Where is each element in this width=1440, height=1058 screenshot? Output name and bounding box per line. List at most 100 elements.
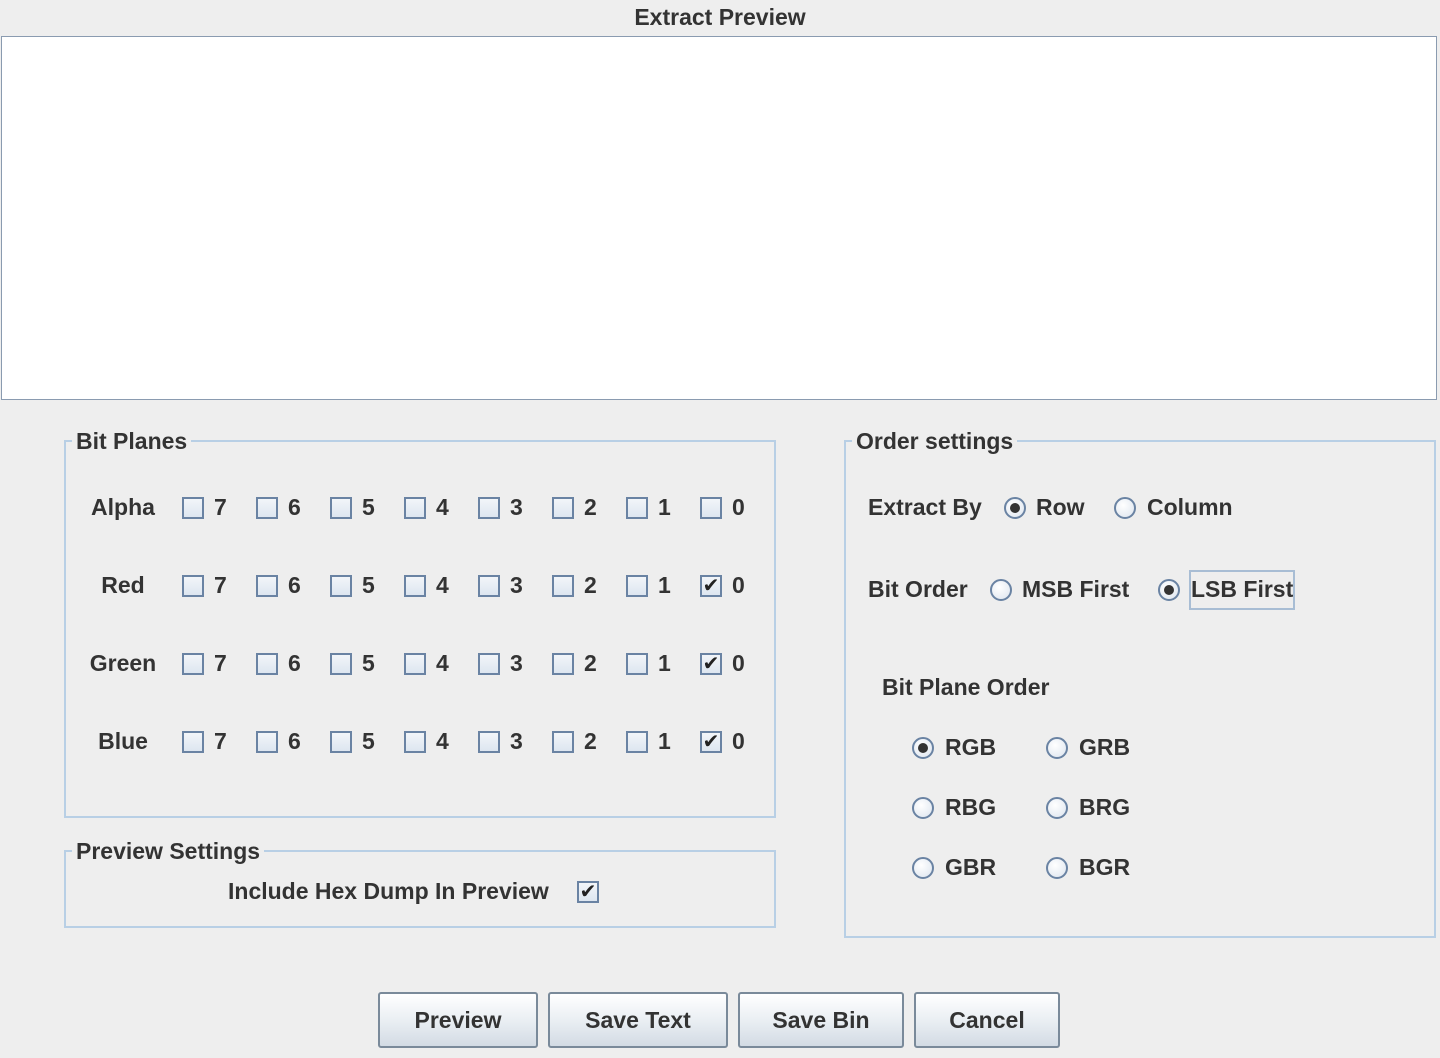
bit-plane-checkbox-red-0[interactable]: ✔	[700, 575, 722, 597]
bit-plane-bit-label: 4	[436, 494, 449, 520]
hex-dump-label: Include Hex Dump In Preview	[228, 878, 549, 904]
bit-plane-bit-label: 1	[658, 572, 671, 598]
bit-plane-bit-label: 3	[510, 572, 523, 598]
preview-settings-title: Preview Settings	[72, 838, 265, 864]
bit-plane-order-radio-gbr[interactable]	[912, 857, 934, 879]
bit-plane-bit-label: 1	[658, 728, 671, 754]
preview-text-area[interactable]	[1, 36, 1437, 400]
msb-first-radio[interactable]	[990, 579, 1012, 601]
bit-plane-checkbox-red-2[interactable]	[552, 575, 574, 597]
extract-by-label: Extract By	[868, 494, 982, 520]
extract-by-row-label[interactable]: Row	[1036, 494, 1085, 520]
bit-plane-checkbox-alpha-7[interactable]	[182, 497, 204, 519]
bit-plane-checkbox-red-6[interactable]	[256, 575, 278, 597]
order-settings-title: Order settings	[852, 428, 1018, 454]
bit-plane-bit-label: 7	[214, 572, 227, 598]
bit-plane-row-label: Green	[89, 650, 157, 676]
bit-plane-checkbox-green-1[interactable]	[626, 653, 648, 675]
bit-plane-checkbox-blue-7[interactable]	[182, 731, 204, 753]
bit-plane-bit-label: 4	[436, 572, 449, 598]
bit-plane-bit-label: 0	[732, 650, 745, 676]
checkmark-icon: ✔	[579, 881, 597, 903]
save-text-button[interactable]: Save Text	[548, 992, 728, 1048]
bit-plane-bit-label: 2	[584, 650, 597, 676]
save-bin-button[interactable]: Save Bin	[738, 992, 904, 1048]
checkmark-icon: ✔	[702, 575, 720, 597]
cancel-button[interactable]: Cancel	[914, 992, 1060, 1048]
msb-first-label[interactable]: MSB First	[1022, 576, 1129, 602]
checkmark-icon: ✔	[702, 731, 720, 753]
bit-plane-checkbox-blue-6[interactable]	[256, 731, 278, 753]
bit-plane-checkbox-green-0[interactable]: ✔	[700, 653, 722, 675]
bit-plane-checkbox-alpha-0[interactable]	[700, 497, 722, 519]
bit-planes-title: Bit Planes	[72, 428, 192, 454]
bit-plane-checkbox-blue-3[interactable]	[478, 731, 500, 753]
bit-plane-checkbox-alpha-1[interactable]	[626, 497, 648, 519]
bit-plane-checkbox-green-4[interactable]	[404, 653, 426, 675]
bit-plane-checkbox-green-5[interactable]	[330, 653, 352, 675]
bit-plane-checkbox-blue-4[interactable]	[404, 731, 426, 753]
bit-plane-checkbox-alpha-2[interactable]	[552, 497, 574, 519]
bit-plane-order-label-gbr[interactable]: GBR	[945, 854, 996, 880]
bit-plane-bit-label: 0	[732, 494, 745, 520]
bit-plane-bit-label: 7	[214, 728, 227, 754]
bit-plane-checkbox-alpha-4[interactable]	[404, 497, 426, 519]
bit-plane-checkbox-red-5[interactable]	[330, 575, 352, 597]
bit-plane-checkbox-alpha-6[interactable]	[256, 497, 278, 519]
bit-plane-order-radio-grb[interactable]	[1046, 737, 1068, 759]
bit-plane-checkbox-red-3[interactable]	[478, 575, 500, 597]
bit-plane-row-label: Red	[101, 572, 145, 598]
bit-plane-bit-label: 3	[510, 728, 523, 754]
bit-plane-bit-label: 2	[584, 494, 597, 520]
bit-plane-checkbox-blue-2[interactable]	[552, 731, 574, 753]
hex-dump-checkbox[interactable]: ✔	[577, 881, 599, 903]
bit-plane-checkbox-red-1[interactable]	[626, 575, 648, 597]
bit-plane-bit-label: 2	[584, 728, 597, 754]
bit-plane-order-label-rbg[interactable]: RBG	[945, 794, 996, 820]
bit-plane-checkbox-green-6[interactable]	[256, 653, 278, 675]
bit-plane-row-label: Blue	[98, 728, 148, 754]
preview-button[interactable]: Preview	[378, 992, 538, 1048]
bit-plane-checkbox-blue-5[interactable]	[330, 731, 352, 753]
bit-plane-order-label-brg[interactable]: BRG	[1079, 794, 1130, 820]
extract-by-row-radio[interactable]	[1004, 497, 1026, 519]
bit-plane-bit-label: 3	[510, 494, 523, 520]
bit-plane-bit-label: 7	[214, 494, 227, 520]
bit-plane-bit-label: 7	[214, 650, 227, 676]
bit-plane-order-radio-bgr[interactable]	[1046, 857, 1068, 879]
bit-plane-bit-label: 6	[288, 728, 301, 754]
bit-plane-bit-label: 4	[436, 728, 449, 754]
extract-by-column-radio[interactable]	[1114, 497, 1136, 519]
bit-plane-checkbox-green-3[interactable]	[478, 653, 500, 675]
lsb-first-label[interactable]: LSB First	[1191, 576, 1293, 602]
bit-plane-bit-label: 5	[362, 494, 375, 520]
bit-plane-order-label-rgb[interactable]: RGB	[945, 734, 996, 760]
bit-plane-bit-label: 2	[584, 572, 597, 598]
bit-plane-checkbox-red-4[interactable]	[404, 575, 426, 597]
bit-plane-checkbox-red-7[interactable]	[182, 575, 204, 597]
radio-selected-dot	[918, 743, 928, 753]
bit-plane-order-label-bgr[interactable]: BGR	[1079, 854, 1130, 880]
bit-plane-checkbox-blue-0[interactable]: ✔	[700, 731, 722, 753]
bit-plane-order-radio-brg[interactable]	[1046, 797, 1068, 819]
bit-plane-order-label: Bit Plane Order	[882, 674, 1050, 700]
bit-plane-bit-label: 4	[436, 650, 449, 676]
bit-plane-bit-label: 0	[732, 572, 745, 598]
bit-plane-order-label-grb[interactable]: GRB	[1079, 734, 1130, 760]
radio-selected-dot	[1164, 585, 1174, 595]
bit-plane-order-radio-rgb[interactable]	[912, 737, 934, 759]
bit-order-label: Bit Order	[868, 576, 968, 602]
bit-plane-checkbox-green-7[interactable]	[182, 653, 204, 675]
bit-plane-checkbox-alpha-5[interactable]	[330, 497, 352, 519]
bit-plane-checkbox-alpha-3[interactable]	[478, 497, 500, 519]
bit-plane-checkbox-blue-1[interactable]	[626, 731, 648, 753]
bit-plane-order-radio-rbg[interactable]	[912, 797, 934, 819]
bit-plane-bit-label: 6	[288, 572, 301, 598]
bit-plane-bit-label: 6	[288, 494, 301, 520]
lsb-first-radio[interactable]	[1158, 579, 1180, 601]
bit-plane-checkbox-green-2[interactable]	[552, 653, 574, 675]
extract-by-column-label[interactable]: Column	[1147, 494, 1233, 520]
window-title: Extract Preview	[634, 4, 806, 30]
radio-selected-dot	[1010, 503, 1020, 513]
bit-plane-bit-label: 6	[288, 650, 301, 676]
